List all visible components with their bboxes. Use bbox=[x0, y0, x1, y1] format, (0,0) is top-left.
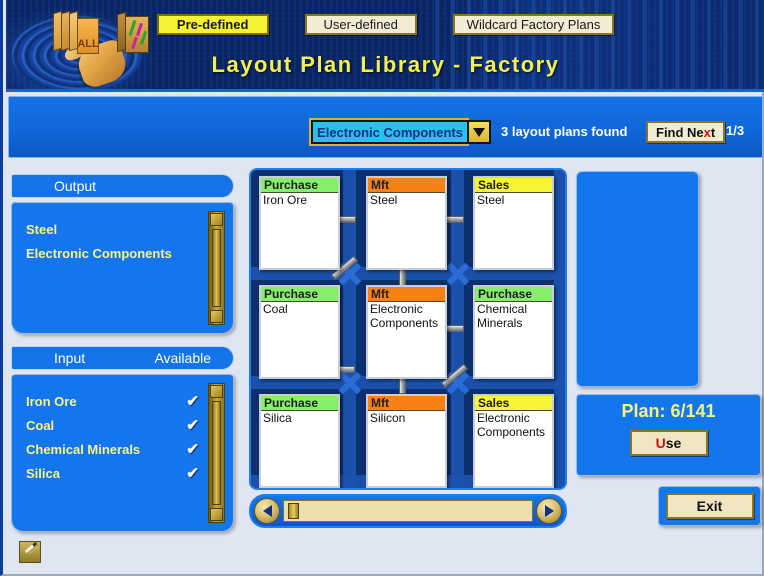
plan-card[interactable]: Purchase Silica bbox=[259, 394, 340, 488]
output-panel-title: Output bbox=[54, 178, 97, 194]
card-type-label: Purchase bbox=[261, 178, 338, 193]
list-item[interactable]: Iron Ore ✔ bbox=[26, 389, 199, 413]
filter-dropdown[interactable]: Electronic Components bbox=[309, 118, 491, 146]
find-page-indicator: 1/3 bbox=[726, 123, 745, 138]
scroll-down-button[interactable] bbox=[210, 310, 223, 323]
find-next-accelerator: x bbox=[703, 125, 711, 140]
scroll-thumb[interactable] bbox=[212, 401, 221, 505]
scroll-left-button[interactable] bbox=[254, 498, 280, 524]
card-name-label: Iron Ore bbox=[263, 193, 308, 207]
scroll-right-button[interactable] bbox=[536, 498, 562, 524]
tab-user-defined[interactable]: User-defined bbox=[304, 14, 417, 35]
card-name-label: Coal bbox=[263, 302, 288, 316]
arrow-left-icon bbox=[262, 505, 272, 517]
check-icon: ✔ bbox=[186, 465, 199, 482]
books-all-icon[interactable]: ALL bbox=[53, 10, 99, 54]
card-type-label: Mft bbox=[368, 287, 445, 302]
exit-button[interactable]: Exit bbox=[665, 493, 754, 519]
list-item[interactable]: Coal ✔ bbox=[26, 413, 199, 437]
card-name-label: Electronic Components bbox=[477, 411, 546, 439]
scroll-thumb[interactable] bbox=[212, 229, 221, 307]
list-item[interactable]: Electronic Components bbox=[26, 241, 199, 265]
book-icon[interactable] bbox=[117, 10, 151, 54]
plan-card[interactable]: Purchase Iron Ore bbox=[259, 176, 340, 270]
results-count-label: 3 layout plans found bbox=[501, 124, 628, 139]
use-button[interactable]: Use bbox=[629, 430, 708, 456]
card-type-label: Purchase bbox=[261, 396, 338, 411]
list-item[interactable]: Chemical Minerals ✔ bbox=[26, 437, 199, 461]
input-item-label: Coal bbox=[26, 417, 55, 433]
filter-dropdown-button[interactable] bbox=[467, 120, 491, 144]
card-type-label: Sales bbox=[475, 396, 552, 411]
plan-card[interactable]: Mft Electronic Components bbox=[366, 285, 447, 379]
scroll-up-button[interactable] bbox=[210, 213, 223, 226]
plan-card[interactable]: Mft Silicon bbox=[366, 394, 447, 488]
input-panel-header: Input Available bbox=[11, 346, 234, 370]
arrow-right-icon bbox=[544, 505, 554, 517]
pencil-icon[interactable] bbox=[19, 541, 41, 563]
plan-preview-area[interactable] bbox=[576, 171, 699, 387]
input-item-label: Chemical Minerals bbox=[26, 441, 141, 457]
scroll-thumb[interactable] bbox=[288, 503, 299, 519]
list-item[interactable]: Silica ✔ bbox=[26, 461, 199, 485]
plan-card[interactable]: Mft Steel bbox=[366, 176, 447, 270]
output-item-label: Electronic Components bbox=[26, 245, 172, 261]
card-type-label: Mft bbox=[368, 396, 445, 411]
find-next-button[interactable]: Find Next bbox=[646, 121, 726, 143]
check-icon: ✔ bbox=[186, 441, 199, 458]
app-window: Pre-defined User-defined Wildcard Factor… bbox=[0, 0, 764, 576]
plan-card[interactable]: Sales Electronic Components bbox=[473, 394, 554, 488]
list-item[interactable]: Steel bbox=[26, 217, 199, 241]
card-name-label: Chemical Minerals bbox=[477, 302, 528, 330]
filter-dropdown-value[interactable]: Electronic Components bbox=[309, 118, 469, 146]
input-scrollbar[interactable] bbox=[208, 383, 225, 523]
card-type-label: Mft bbox=[368, 178, 445, 193]
card-type-label: Sales bbox=[475, 178, 552, 193]
output-scrollbar[interactable] bbox=[208, 211, 225, 325]
input-list: Iron Ore ✔ Coal ✔ Chemical Minerals ✔ Si… bbox=[26, 389, 199, 485]
grid-horizontal-scrollbar[interactable] bbox=[249, 494, 567, 528]
card-type-label: Purchase bbox=[475, 287, 552, 302]
plan-card[interactable]: Purchase Chemical Minerals bbox=[473, 285, 554, 379]
output-panel-header: Output bbox=[11, 174, 234, 198]
plan-info-panel: Plan: 6/141 Use bbox=[576, 394, 761, 476]
card-name-label: Steel bbox=[370, 193, 398, 207]
output-list: Steel Electronic Components bbox=[26, 217, 199, 265]
input-panel-title: Input bbox=[54, 350, 86, 366]
check-icon: ✔ bbox=[186, 417, 199, 434]
scroll-down-button[interactable] bbox=[210, 508, 223, 521]
tab-wildcard-factory-plans[interactable]: Wildcard Factory Plans bbox=[452, 14, 615, 35]
input-panel-available-title: Available bbox=[154, 350, 211, 366]
plan-card[interactable]: Purchase Coal bbox=[259, 285, 340, 379]
input-panel-body: Iron Ore ✔ Coal ✔ Chemical Minerals ✔ Si… bbox=[11, 374, 234, 532]
chevron-down-icon bbox=[473, 127, 485, 137]
use-button-label: se bbox=[665, 435, 682, 451]
card-name-label: Electronic Components bbox=[370, 302, 439, 330]
scroll-track[interactable] bbox=[283, 500, 533, 522]
input-item-label: Iron Ore bbox=[26, 393, 77, 409]
page-title: Layout Plan Library - Factory bbox=[211, 52, 560, 77]
exit-panel: Exit bbox=[658, 486, 761, 526]
card-name-label: Silica bbox=[263, 411, 292, 425]
card-name-label: Steel bbox=[477, 193, 505, 207]
input-item-label: Silica bbox=[26, 465, 60, 481]
output-item-label: Steel bbox=[26, 221, 58, 237]
pencil-glyph bbox=[24, 541, 38, 554]
card-name-label: Silicon bbox=[370, 411, 406, 425]
books-all-label: ALL bbox=[77, 18, 99, 54]
plan-card[interactable]: Sales Steel bbox=[473, 176, 554, 270]
card-type-label: Purchase bbox=[261, 287, 338, 302]
find-next-label: Find Ne bbox=[656, 125, 704, 140]
check-icon: ✔ bbox=[186, 393, 199, 410]
scroll-up-button[interactable] bbox=[210, 385, 223, 398]
plan-counter-label: Plan: 6/141 bbox=[621, 401, 716, 421]
find-next-label-tail: t bbox=[710, 125, 716, 140]
use-button-accelerator: U bbox=[655, 435, 666, 451]
output-panel-body: Steel Electronic Components bbox=[11, 202, 234, 334]
layout-grid[interactable]: Purchase Iron Ore Mft Steel Sales Steel … bbox=[249, 168, 567, 490]
tab-pre-defined[interactable]: Pre-defined bbox=[156, 14, 269, 35]
